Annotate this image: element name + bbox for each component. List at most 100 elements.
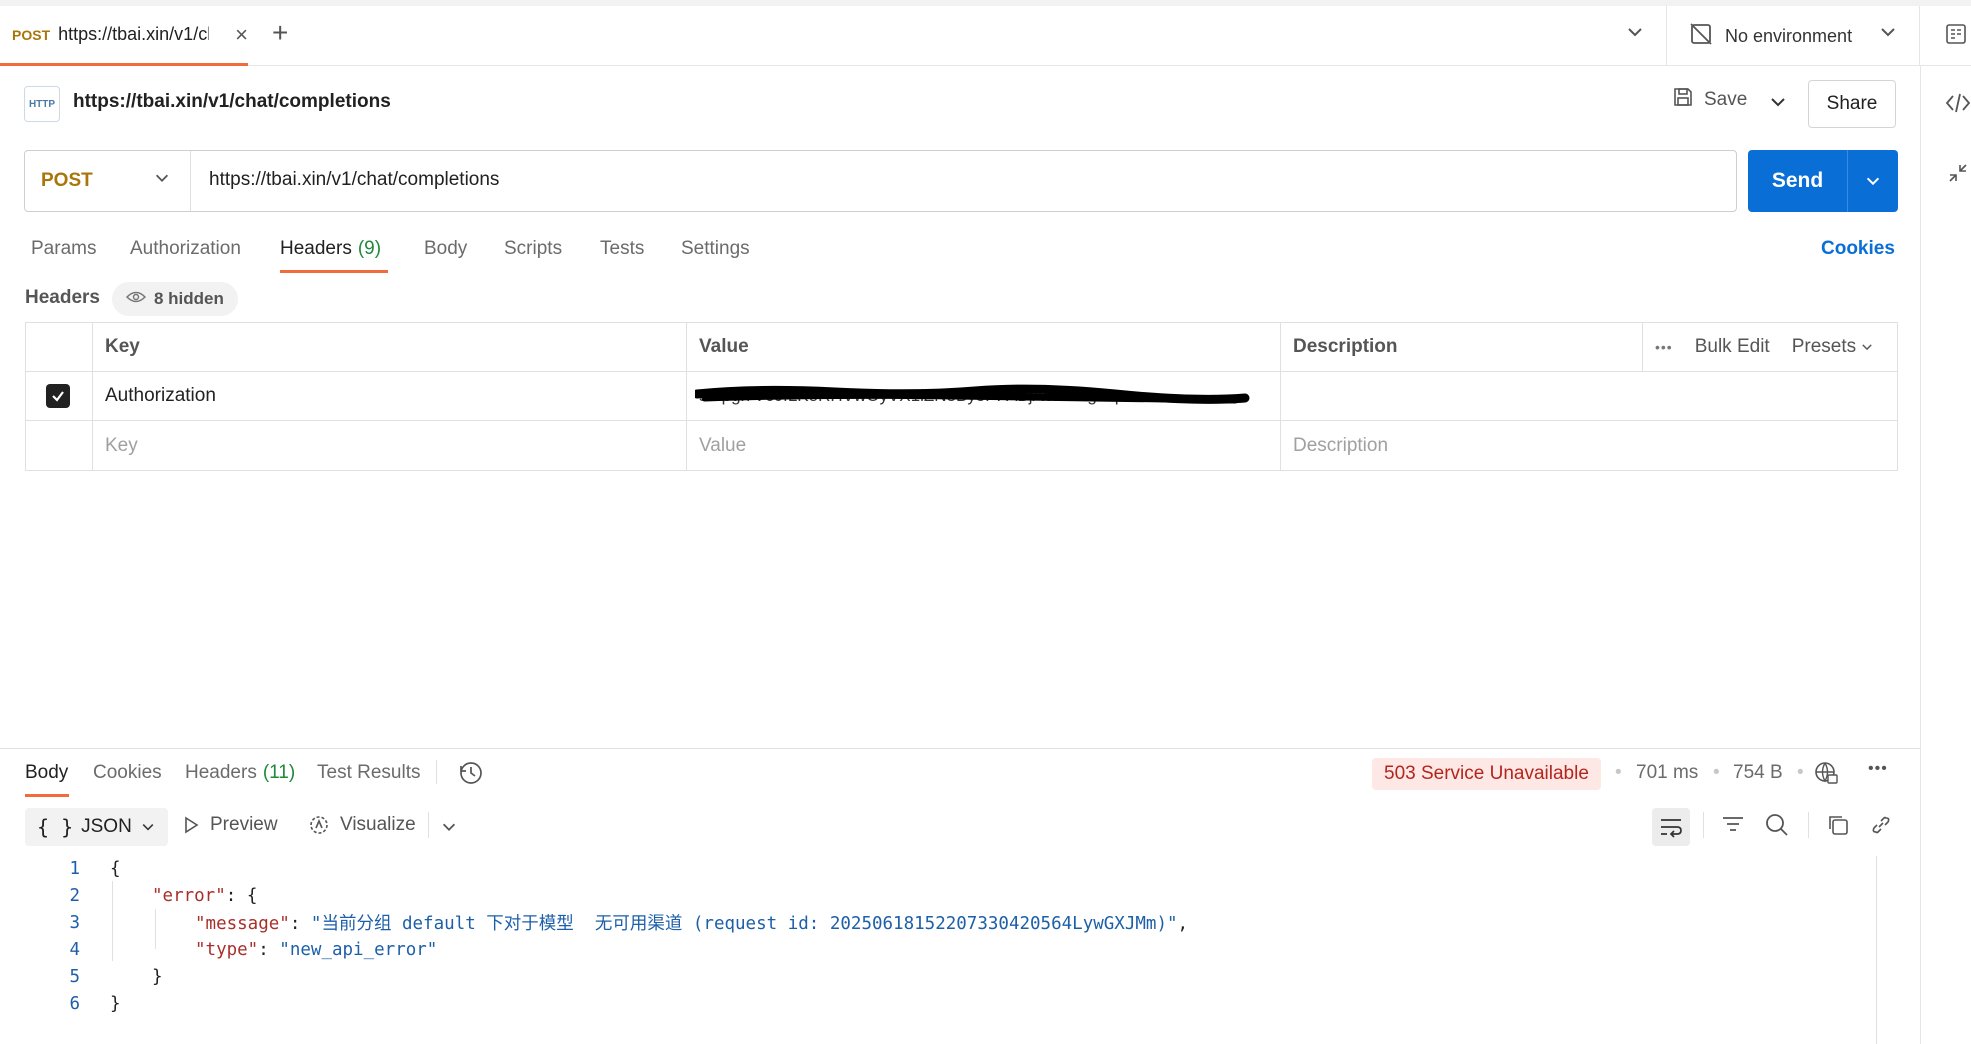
tab-separator bbox=[436, 760, 437, 784]
method-select[interactable]: POST bbox=[25, 151, 191, 211]
bulk-edit-button[interactable]: Bulk Edit bbox=[1695, 336, 1770, 358]
search-icon[interactable] bbox=[1764, 812, 1790, 844]
copy-icon[interactable] bbox=[1826, 813, 1850, 843]
send-label[interactable]: Send bbox=[1748, 150, 1848, 212]
checkbox-column-header bbox=[26, 323, 93, 371]
response-divider[interactable] bbox=[0, 748, 1920, 749]
json-key: "type" bbox=[195, 939, 259, 960]
response-size[interactable]: 754 B bbox=[1733, 762, 1783, 784]
visualize-button[interactable]: Visualize bbox=[308, 814, 416, 836]
send-options-chevron-icon[interactable] bbox=[1848, 150, 1898, 212]
code-icon[interactable] bbox=[1945, 92, 1971, 120]
new-row-checkbox-cell bbox=[26, 421, 93, 470]
tab-tests[interactable]: Tests bbox=[600, 238, 644, 260]
status-badge[interactable]: 503 Service Unavailable bbox=[1372, 758, 1601, 790]
response-tab-headers[interactable]: Headers (11) bbox=[185, 762, 295, 784]
tab-authorization[interactable]: Authorization bbox=[130, 238, 241, 260]
response-tab-body[interactable]: Body bbox=[25, 762, 68, 784]
line-number: 3 bbox=[69, 912, 80, 933]
http-request-icon: HTTP bbox=[24, 86, 60, 122]
response-tab-cookies[interactable]: Cookies bbox=[93, 762, 162, 784]
code-line: 3 "message": "当前分组 default 下对于模型 无可用渠道 (… bbox=[25, 909, 1188, 936]
request-tab[interactable]: POST https://tbai.xin/v1/ch × bbox=[0, 6, 248, 66]
row-enabled-checkbox[interactable] bbox=[46, 384, 70, 408]
no-environment-icon bbox=[1689, 22, 1713, 51]
save-options-chevron-icon[interactable] bbox=[1768, 92, 1788, 118]
code-text: } bbox=[152, 966, 163, 987]
code-line: 6 } bbox=[25, 990, 120, 1017]
response-time[interactable]: 701 ms bbox=[1636, 762, 1698, 784]
share-button[interactable]: Share bbox=[1808, 80, 1896, 128]
line-number: 6 bbox=[69, 993, 80, 1014]
tab-method: POST bbox=[12, 26, 51, 43]
url-bar: POST bbox=[24, 150, 1737, 212]
tab-scripts[interactable]: Scripts bbox=[504, 238, 562, 260]
eye-icon bbox=[125, 289, 147, 309]
row-key[interactable]: Authorization bbox=[93, 372, 687, 420]
history-icon[interactable] bbox=[458, 760, 484, 792]
toolbar-separator bbox=[1808, 812, 1809, 838]
tab-headers-label: Headers bbox=[280, 238, 352, 259]
response-tab-headers-label: Headers bbox=[185, 762, 257, 783]
tab-headers[interactable]: Headers (9) bbox=[280, 238, 381, 260]
column-value: Value bbox=[687, 323, 1281, 371]
json-key: "error" bbox=[152, 885, 226, 906]
active-tab-indicator bbox=[280, 270, 388, 273]
headers-section-label: Headers bbox=[25, 287, 100, 308]
link-icon[interactable] bbox=[1869, 813, 1893, 843]
new-key-input[interactable]: Key bbox=[93, 421, 687, 470]
code-text: { bbox=[110, 858, 121, 879]
close-tab-icon[interactable]: × bbox=[235, 22, 248, 48]
visualize-icon bbox=[310, 816, 328, 834]
json-string: "当前分组 default 下对于模型 无可用渠道 (request id: 2… bbox=[310, 914, 1178, 934]
json-key: "message" bbox=[195, 914, 290, 934]
new-tab-button[interactable]: + bbox=[272, 18, 288, 48]
new-value-input[interactable]: Value bbox=[687, 421, 1281, 470]
table-header-row: Key Value Description ••• Bulk Edit Pres… bbox=[26, 323, 1897, 372]
preview-label: Preview bbox=[210, 814, 278, 835]
preview-button[interactable]: Preview bbox=[182, 814, 278, 836]
format-label: JSON bbox=[81, 816, 132, 837]
tab-body[interactable]: Body bbox=[424, 238, 467, 260]
visualize-chevron-icon[interactable] bbox=[440, 818, 458, 842]
hidden-count: 8 hidden bbox=[154, 289, 224, 308]
response-more-icon[interactable]: ••• bbox=[1868, 760, 1888, 778]
row-description[interactable] bbox=[1281, 372, 1897, 420]
more-options-icon[interactable]: ••• bbox=[1655, 339, 1673, 355]
send-button[interactable]: Send bbox=[1748, 150, 1898, 212]
request-title[interactable]: https://tbai.xin/v1/chat/completions bbox=[73, 91, 391, 113]
redaction-scribble bbox=[695, 384, 1250, 404]
tab-settings[interactable]: Settings bbox=[681, 238, 750, 260]
filter-icon[interactable] bbox=[1720, 812, 1746, 844]
column-key: Key bbox=[93, 323, 687, 371]
visualize-separator bbox=[428, 812, 429, 838]
hidden-headers-toggle[interactable]: 8 hidden bbox=[112, 282, 238, 316]
cookies-link[interactable]: Cookies bbox=[1821, 238, 1895, 260]
response-active-tab-indicator bbox=[25, 794, 69, 797]
new-description-input[interactable]: Description bbox=[1281, 421, 1897, 470]
row-value-cell[interactable]: sk-pgl7V0JfLKoRHVwOyVX1iZN8By5PFABjA6hr8… bbox=[687, 372, 1281, 420]
wrap-lines-button[interactable] bbox=[1652, 808, 1690, 846]
environment-quick-look-icon[interactable] bbox=[1944, 22, 1968, 52]
tab-params[interactable]: Params bbox=[31, 238, 96, 260]
collapse-icon[interactable] bbox=[1947, 162, 1969, 190]
code-line: 5 } bbox=[25, 963, 162, 990]
tabs-dropdown-chevron-icon[interactable] bbox=[1625, 22, 1645, 48]
environment-chevron-icon[interactable] bbox=[1878, 22, 1898, 48]
indent-guide bbox=[112, 881, 113, 961]
response-format-select[interactable]: { } JSON bbox=[25, 808, 168, 846]
response-tab-test-results[interactable]: Test Results bbox=[317, 762, 420, 784]
code-scrollbar[interactable] bbox=[1876, 856, 1877, 1044]
code-text: "error": { bbox=[152, 885, 258, 906]
right-sidebar bbox=[1920, 66, 1971, 1044]
row-checkbox-cell bbox=[26, 372, 93, 420]
line-number: 1 bbox=[69, 858, 80, 879]
table-row: Authorization sk-pgl7V0JfLKoRHVwOyVX1iZN… bbox=[26, 372, 1897, 421]
table-actions: ••• Bulk Edit Presets bbox=[1643, 323, 1897, 371]
presets-dropdown[interactable]: Presets bbox=[1792, 336, 1874, 358]
url-input[interactable] bbox=[209, 169, 1609, 191]
save-button[interactable]: Save bbox=[1672, 86, 1747, 114]
save-label: Save bbox=[1704, 89, 1748, 110]
network-globe-icon[interactable] bbox=[1813, 760, 1839, 792]
wrap-icon bbox=[1661, 819, 1682, 838]
